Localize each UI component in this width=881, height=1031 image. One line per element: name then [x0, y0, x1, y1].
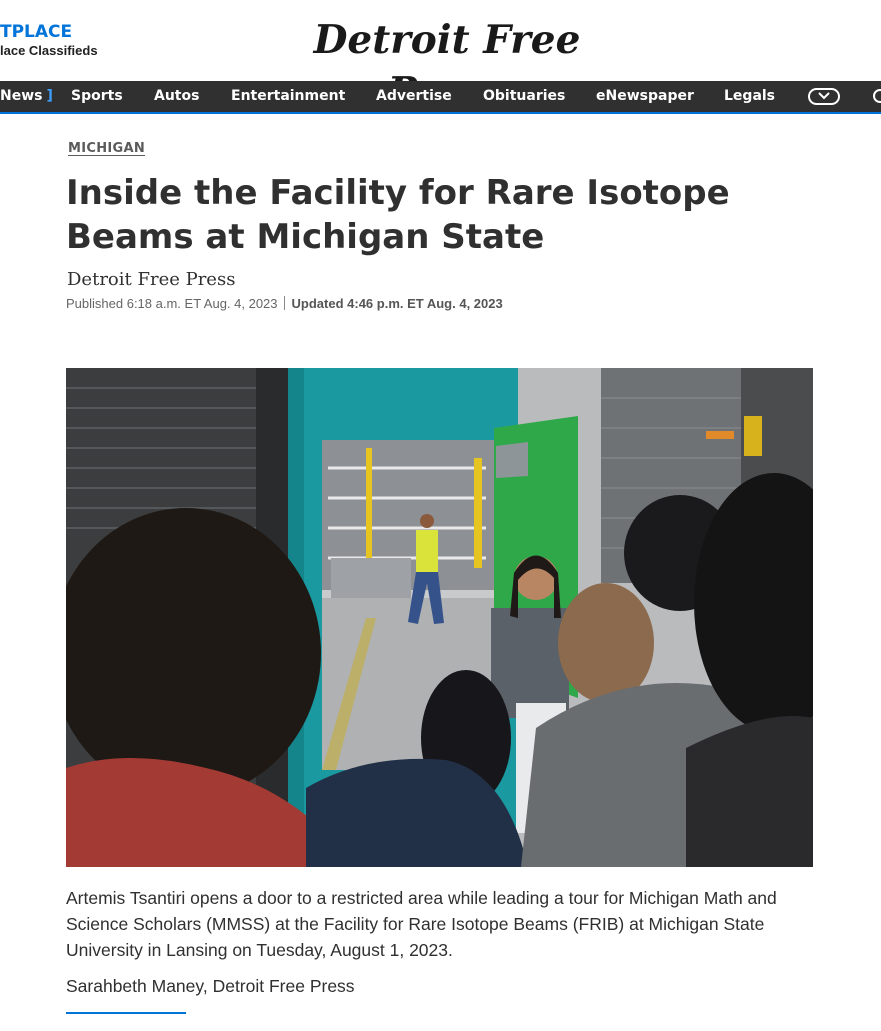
nav-item-enewspaper[interactable]: eNewspaper	[596, 81, 694, 112]
photo-scene	[66, 368, 813, 867]
published-date: Published 6:18 a.m. ET Aug. 4, 2023	[66, 296, 278, 311]
main-nav: News] Sports Autos Entertainment Adverti…	[0, 81, 881, 114]
nav-item-news-label[interactable]: News	[0, 88, 42, 104]
photo-caption: Artemis Tsantiri opens a door to a restr…	[66, 888, 777, 960]
search-icon[interactable]	[870, 87, 881, 107]
article-dates: Published 6:18 a.m. ET Aug. 4, 2023 Updat…	[66, 296, 503, 311]
section-divider	[66, 1012, 186, 1014]
updated-date: Updated 4:46 p.m. ET Aug. 4, 2023	[291, 296, 503, 311]
nav-active-marker: ]	[46, 88, 53, 104]
masthead: TPLACE lace Classifieds Detroit Free Pre…	[0, 0, 881, 115]
chevron-down-icon	[818, 92, 830, 100]
nav-item-autos[interactable]: Autos	[154, 81, 199, 112]
date-divider	[283, 296, 285, 310]
nav-item-sports[interactable]: Sports	[71, 81, 123, 112]
article-byline: Detroit Free Press	[67, 269, 236, 290]
section-link-michigan[interactable]: MICHIGAN	[68, 141, 145, 156]
marketplace-subtitle[interactable]: lace Classifieds	[0, 42, 98, 60]
more-menu-button[interactable]	[808, 88, 840, 105]
marketplace-link[interactable]: TPLACE lace Classifieds	[0, 22, 98, 60]
nav-item-legals[interactable]: Legals	[724, 81, 775, 112]
marketplace-title[interactable]: TPLACE	[0, 22, 98, 42]
photo-credit: Sarahbeth Maney, Detroit Free Press	[66, 976, 355, 996]
article-headline: Inside the Facility for Rare Isotope Bea…	[66, 173, 730, 257]
nav-item-entertainment[interactable]: Entertainment	[231, 81, 345, 112]
nav-item-news[interactable]: News]	[0, 81, 53, 112]
nav-item-obituaries[interactable]: Obituaries	[483, 81, 565, 112]
lead-photo[interactable]	[66, 368, 813, 867]
nav-item-advertise[interactable]: Advertise	[376, 81, 452, 112]
